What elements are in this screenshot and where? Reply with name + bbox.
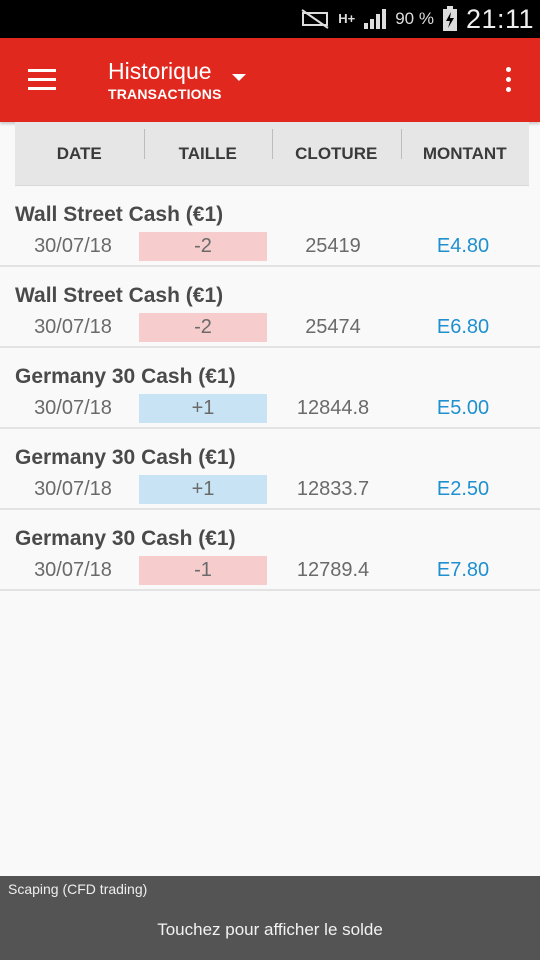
network-type-label: H+ (338, 11, 356, 26)
network-type-icon: H+ (338, 11, 356, 26)
account-name: Scaping (CFD trading) (8, 881, 148, 897)
show-balance-hint[interactable]: Touchez pour afficher le solde (0, 920, 540, 940)
page-subtitle: TRANSACTIONS (108, 86, 222, 102)
column-header-size[interactable]: TAILLE (143, 128, 273, 164)
transaction-row[interactable]: Germany 30 Cash (€1) 30/07/18 -1 12789.4… (0, 510, 540, 591)
transaction-size: -1 (139, 556, 267, 585)
more-vert-icon[interactable] (506, 67, 512, 97)
instrument-name: Germany 30 Cash (€1) (15, 365, 236, 388)
close-price: 25474 (305, 316, 361, 338)
column-header-close[interactable]: CLOTURE (272, 128, 401, 164)
instrument-name: Germany 30 Cash (€1) (15, 527, 236, 550)
transaction-date: 30/07/18 (34, 316, 112, 338)
column-header-amount[interactable]: MONTANT (400, 128, 530, 164)
transaction-date: 30/07/18 (34, 559, 112, 581)
close-price: 12833.7 (296, 478, 370, 500)
transaction-amount: E6.80 (436, 316, 490, 338)
app-bar: Historique TRANSACTIONS (0, 38, 540, 122)
transaction-amount: E7.80 (436, 559, 490, 581)
transaction-row[interactable]: Germany 30 Cash (€1) 30/07/18 +1 12833.7… (0, 429, 540, 510)
close-price: 12789.4 (296, 559, 370, 581)
dropdown-arrow-icon[interactable] (232, 74, 246, 81)
transaction-row[interactable]: Wall Street Cash (€1) 30/07/18 -2 25474 … (0, 267, 540, 348)
transaction-list: Wall Street Cash (€1) 30/07/18 -2 25419 … (0, 186, 540, 591)
transaction-row[interactable]: Germany 30 Cash (€1) 30/07/18 +1 12844.8… (0, 348, 540, 429)
transaction-row[interactable]: Wall Street Cash (€1) 30/07/18 -2 25419 … (0, 186, 540, 267)
transaction-amount: E2.50 (436, 478, 490, 500)
close-price: 25419 (305, 235, 361, 257)
transaction-size: -2 (139, 232, 267, 261)
close-price: 12844.8 (296, 397, 370, 419)
transaction-amount: E5.00 (436, 397, 490, 419)
hamburger-menu-icon[interactable] (28, 69, 56, 90)
balance-bar[interactable]: Scaping (CFD trading) Touchez pour affic… (0, 876, 540, 960)
mute-icon (301, 9, 329, 29)
instrument-name: Germany 30 Cash (€1) (15, 446, 236, 469)
column-header-date[interactable]: DATE (15, 144, 144, 164)
transaction-size: +1 (139, 475, 267, 504)
signal-icon (364, 9, 387, 29)
transaction-size: -2 (139, 313, 267, 342)
clock: 21:11 (465, 3, 534, 34)
transaction-date: 30/07/18 (34, 397, 112, 419)
page-title: Historique (108, 58, 212, 84)
transaction-date: 30/07/18 (34, 235, 112, 257)
title-dropdown[interactable]: Historique TRANSACTIONS (108, 58, 222, 102)
instrument-name: Wall Street Cash (€1) (15, 203, 224, 226)
transaction-amount: E4.80 (436, 235, 490, 257)
transaction-size: +1 (139, 394, 267, 423)
status-bar: H+ 90 % 21:11 (0, 0, 540, 38)
battery-charging-icon (442, 6, 457, 31)
transaction-date: 30/07/18 (34, 478, 112, 500)
instrument-name: Wall Street Cash (€1) (15, 284, 224, 307)
battery-percent: 90 % (395, 9, 434, 28)
table-header: DATE TAILLE CLOTURE MONTANT (15, 122, 529, 186)
